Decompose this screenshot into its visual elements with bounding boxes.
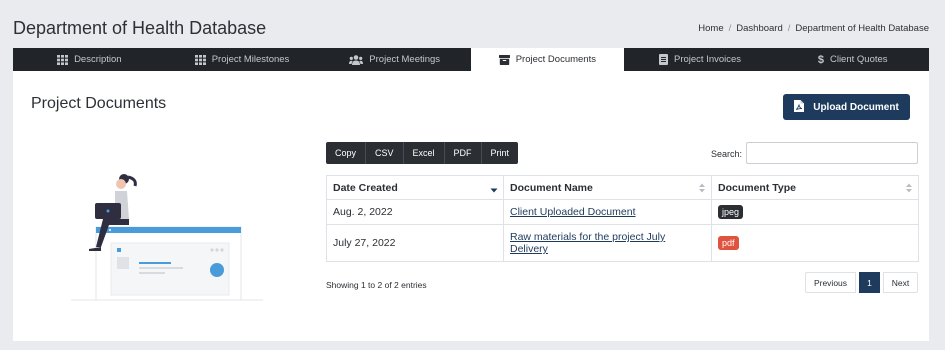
print-button[interactable]: Print (482, 142, 519, 164)
breadcrumb-current: Department of Health Database (795, 23, 929, 34)
search-label: Search: (711, 149, 743, 159)
tab-project-milestones[interactable]: Project Milestones (166, 48, 319, 71)
file-lines-icon (658, 54, 668, 65)
column-header-label: Date Created (333, 181, 398, 194)
tab-project-invoices[interactable]: Project Invoices (624, 48, 777, 71)
previous-page-button[interactable]: Previous (805, 272, 856, 293)
column-header-label: Document Name (510, 181, 593, 194)
search-input[interactable] (746, 142, 918, 164)
pagination: Previous 1 Next (805, 272, 918, 293)
archive-icon (498, 54, 510, 65)
documents-card: Project Documents Upload Document Copy C… (13, 71, 929, 341)
export-button-group: Copy CSV Excel PDF Print (326, 142, 519, 164)
document-name-cell: Client Uploaded Document (503, 199, 712, 225)
documents-table: Date Created Document Name Document Type (326, 175, 919, 262)
excel-button[interactable]: Excel (404, 142, 445, 164)
column-header-document-name[interactable]: Document Name (503, 175, 712, 200)
breadcrumb-separator: / (787, 23, 791, 34)
page-title: Department of Health Database (13, 18, 267, 38)
document-type-badge: jpeg (718, 205, 744, 219)
breadcrumb-separator: / (728, 23, 732, 34)
page-1-button[interactable]: 1 (859, 272, 880, 293)
upload-document-button[interactable]: Upload Document (783, 94, 910, 120)
tab-label: Project Milestones (211, 54, 290, 65)
tab-project-documents[interactable]: Project Documents (471, 48, 624, 71)
column-header-label: Document Type (718, 181, 796, 194)
grid-icon (194, 54, 206, 65)
tab-label: Description (74, 54, 122, 65)
copy-button[interactable]: Copy (326, 142, 367, 164)
date-created-cell: Aug. 2, 2022 (326, 199, 504, 225)
file-pdf-icon (794, 99, 805, 115)
tab-project-meetings[interactable]: Project Meetings (318, 48, 471, 71)
document-type-cell: jpeg (711, 199, 919, 225)
users-icon (349, 54, 364, 65)
table-info: Showing 1 to 2 of 2 entries (326, 280, 427, 290)
column-header-date-created[interactable]: Date Created (326, 175, 504, 200)
column-header-document-type[interactable]: Document Type (711, 175, 919, 200)
csv-button[interactable]: CSV (366, 142, 404, 164)
person-laptop-illustration (71, 169, 271, 314)
tab-bar: Description Project Milestones Project M… (13, 48, 929, 71)
breadcrumb: Home / Dashboard / Department of Health … (698, 23, 929, 34)
breadcrumb-dashboard[interactable]: Dashboard (736, 23, 782, 34)
pdf-button[interactable]: PDF (445, 142, 482, 164)
document-type-cell: pdf (711, 224, 919, 262)
date-created-cell: July 27, 2022 (326, 224, 504, 262)
next-page-button[interactable]: Next (883, 272, 918, 293)
grid-icon (57, 54, 69, 65)
document-link[interactable]: Client Uploaded Document (510, 206, 636, 218)
tab-label: Project Invoices (673, 54, 742, 65)
tab-label: Project Documents (515, 54, 596, 65)
sort-icon (698, 183, 706, 196)
tab-label: Project Meetings (369, 54, 441, 65)
table-row: Aug. 2, 2022 Client Uploaded Document jp… (326, 199, 919, 225)
dollar-icon: $ (817, 53, 824, 66)
document-type-badge: pdf (718, 236, 739, 250)
tab-label: Client Quotes (829, 54, 888, 65)
sort-desc-icon (490, 183, 498, 196)
document-name-cell: Raw materials for the project July Deliv… (503, 224, 712, 262)
tab-description[interactable]: Description (13, 48, 166, 71)
document-link[interactable]: Raw materials for the project July Deliv… (510, 231, 665, 255)
upload-document-label: Upload Document (813, 101, 899, 113)
tab-client-quotes[interactable]: $ Client Quotes (776, 48, 929, 71)
section-title: Project Documents (31, 95, 167, 112)
table-row: July 27, 2022 Raw materials for the proj… (326, 224, 919, 262)
sort-icon (905, 183, 913, 196)
breadcrumb-home[interactable]: Home (698, 23, 723, 34)
